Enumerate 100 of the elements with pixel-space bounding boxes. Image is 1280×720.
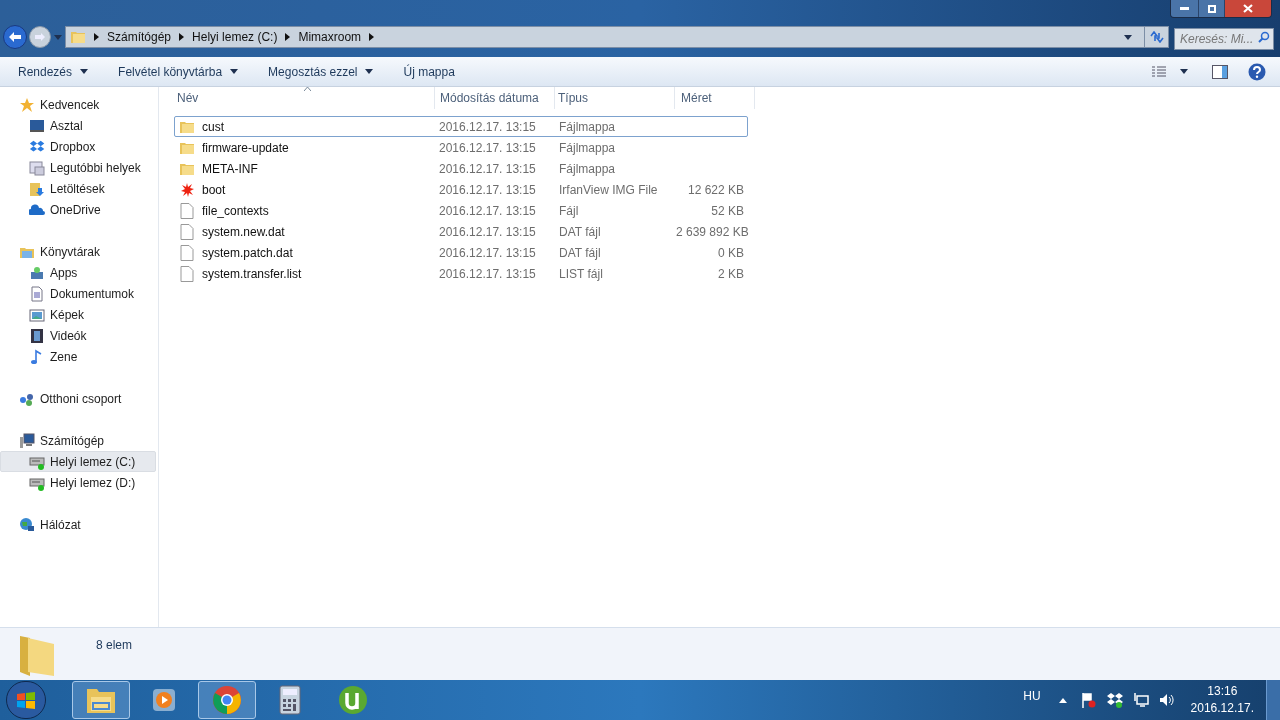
flag-icon[interactable] [1080,692,1097,708]
folder-arrow-icon [29,180,45,197]
nav-item[interactable]: Könyvtárak [0,241,156,262]
caret-icon [365,69,374,74]
calculator-icon [279,685,301,715]
speaker-icon[interactable] [1158,692,1175,708]
date-cell-text: 2016.12.17. 13:15 [438,181,537,199]
window-icon [29,159,45,176]
item-count: 8 elem [96,637,133,654]
help-button[interactable] [1248,62,1266,81]
picture-icon [29,306,45,323]
folder-icon [70,29,86,45]
torrent-icon [338,685,368,715]
globe-icon [19,516,35,533]
column-header[interactable]: Módosítás dátuma [435,87,555,109]
file-row[interactable]: system.transfer.list 2016.12.17. 13:15 LIST fájl 2 KB [174,263,748,284]
language-indicator[interactable]: HU [1023,687,1041,705]
toolbar-button[interactable]: Új mappa [395,59,463,84]
nav-item[interactable]: Számítógép [0,430,156,451]
file-row[interactable]: system.patch.dat 2016.12.17. 13:15 DAT fájl 0 KB [174,242,748,263]
type-cell-text: DAT fájl [558,244,602,262]
file-name: system.transfer.list [202,265,302,283]
browser-icon [212,685,242,715]
close-button[interactable] [1224,0,1271,17]
type-cell-text: Fájlmappa [558,118,617,136]
breadcrumb[interactable]: Mimaxroom [298,28,362,46]
nav-item[interactable]: Asztal [0,115,156,136]
forward-button[interactable] [29,26,51,48]
file-row[interactable]: boot 2016.12.17. 13:15 IrfanView IMG File 12 622 KB [174,179,748,200]
caret-up-icon[interactable] [1058,697,1067,703]
document-icon [29,285,45,302]
column-header[interactable]: Típus [555,87,675,109]
toolbar-button[interactable]: Rendezés [10,59,97,84]
date-cell-text: 2016.12.17. 13:15 [438,118,537,136]
file-icon [180,244,194,261]
nav-item[interactable]: Zene [0,346,156,367]
film-icon [29,327,45,344]
nav-item[interactable]: Otthoni csoport [0,388,156,409]
nav-item[interactable]: Kedvencek [0,94,156,115]
column-header[interactable]: Név [174,87,435,109]
computer-icon [19,432,35,449]
nav-item[interactable]: Helyi lemez (D:) [0,472,156,493]
taskbar-button[interactable] [198,681,256,719]
refresh-icon [1149,31,1164,43]
file-icon [180,223,194,240]
nav-item[interactable]: Dropbox [0,136,156,157]
monitor-icon [29,117,45,134]
search-icon [1258,31,1270,43]
address-bar[interactable]: Számítógép Helyi lemez (C:) Mimaxroom [65,26,1169,48]
caret-icon [54,34,62,40]
nav-item[interactable]: Helyi lemez (C:) [0,451,156,472]
file-name: boot [202,181,226,199]
preview-pane-button[interactable] [1212,64,1228,79]
file-name: system.patch.dat [202,244,293,262]
file-name: cust [202,118,224,136]
toolbar-button[interactable]: Felvétel könyvtárba [110,59,247,84]
back-button[interactable] [3,25,27,49]
taskbar-button[interactable] [72,681,130,719]
nav-item[interactable]: Hálózat [0,514,156,535]
type-cell-text: Fájl [558,202,580,220]
file-row[interactable]: firmware-update 2016.12.17. 13:15 Fájlmappa [174,137,748,158]
file-name: META-INF [202,160,258,178]
date-cell-text: 2016.12.17. 13:15 [438,223,537,241]
breadcrumb[interactable]: Helyi lemez (C:) [192,28,278,46]
nav-item[interactable]: Videók [0,325,156,346]
nav-item[interactable]: Dokumentumok [0,283,156,304]
dropdown-icon [1124,34,1132,40]
file-row[interactable]: META-INF 2016.12.17. 13:15 Fájlmappa [174,158,748,179]
nav-item[interactable]: Apps [0,262,156,283]
box-icon[interactable] [1106,692,1123,708]
breadcrumb[interactable]: Számítógép [107,28,172,46]
nav-item[interactable]: Képek [0,304,156,325]
view-button[interactable] [1152,65,1188,78]
box-icon [29,138,45,155]
start-button[interactable] [6,681,46,719]
chevron-icon [179,33,185,41]
restore-button[interactable] [1198,0,1224,17]
windows-logo-icon [16,691,36,709]
file-row[interactable]: cust 2016.12.17. 13:15 Fájlmappa [174,116,748,137]
clock[interactable]: 13:16 2016.12.17. [1190,683,1254,717]
list-view-icon [1152,65,1166,78]
caret-icon [1180,69,1188,74]
size-cell-text: 12 622 KB [686,181,744,199]
close-icon [1243,4,1253,13]
toolbar-button[interactable]: Megosztás ezzel [260,59,382,84]
network-icon[interactable] [1132,692,1149,708]
column-header[interactable]: Méret [675,87,755,109]
file-name: firmware-update [202,139,289,157]
minimize-button[interactable] [1171,0,1198,17]
file-row[interactable]: system.new.dat 2016.12.17. 13:15 DAT fájl 2 639 892 KB [174,221,748,242]
arrow-right-icon [35,33,45,41]
nav-item[interactable]: Legutóbbi helyek [0,157,156,178]
search-field[interactable]: Keresés: Mi... [1174,28,1274,50]
file-row[interactable]: file_contexts 2016.12.17. 13:15 Fájl 52 KB [174,200,748,221]
nav-item[interactable]: OneDrive [0,199,156,220]
type-cell-text: IrfanView IMG File [558,181,659,199]
chevron-icon [369,33,375,41]
nav-item[interactable]: Letöltések [0,178,156,199]
play-icon [151,687,177,713]
date-cell-text: 2016.12.17. 13:15 [438,139,537,157]
